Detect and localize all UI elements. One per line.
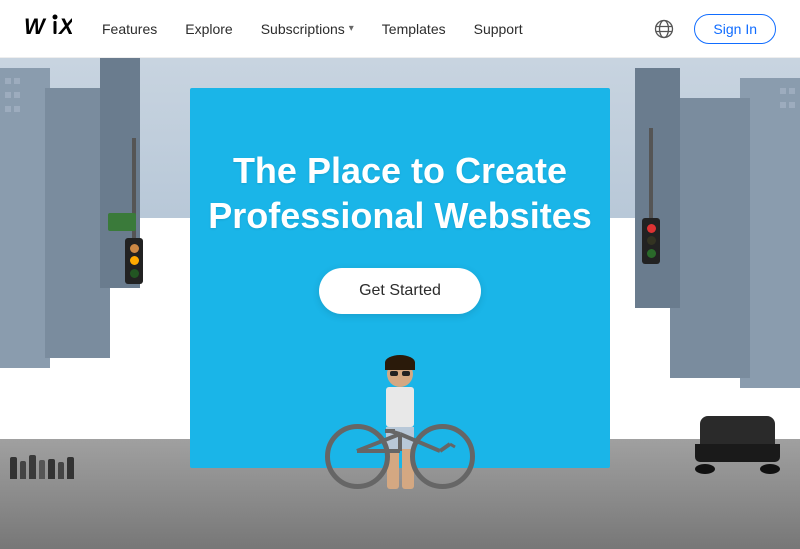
cars-right (695, 416, 780, 479)
pedestrians-left (10, 455, 74, 479)
svg-text:X: X (57, 14, 72, 38)
globe-icon (654, 19, 674, 39)
traffic-light-right (642, 128, 660, 264)
sign-in-button[interactable]: Sign In (694, 14, 776, 44)
svg-text:W: W (24, 14, 47, 38)
navbar: W X Features Explore Subscriptions ▾ Tem… (0, 0, 800, 58)
nav-subscriptions[interactable]: Subscriptions ▾ (261, 21, 354, 37)
subscriptions-dropdown-icon: ▾ (349, 23, 354, 34)
navbar-right: Sign In (650, 14, 776, 44)
logo[interactable]: W X (24, 12, 72, 45)
person-bike-figure (320, 299, 480, 499)
right-buildings (620, 58, 800, 478)
traffic-light-left (125, 138, 143, 284)
nav-links: Features Explore Subscriptions ▾ Templat… (102, 21, 650, 37)
wix-logo-text: W X (24, 12, 72, 45)
nav-explore[interactable]: Explore (185, 21, 232, 37)
nav-templates[interactable]: Templates (382, 21, 446, 37)
language-selector[interactable] (650, 15, 678, 43)
nav-support[interactable]: Support (474, 21, 523, 37)
street-sign-left (108, 213, 136, 231)
nav-features[interactable]: Features (102, 21, 157, 37)
billboard-title: The Place to Create Professional Website… (208, 148, 591, 238)
hero-section: The Place to Create Professional Website… (0, 58, 800, 549)
